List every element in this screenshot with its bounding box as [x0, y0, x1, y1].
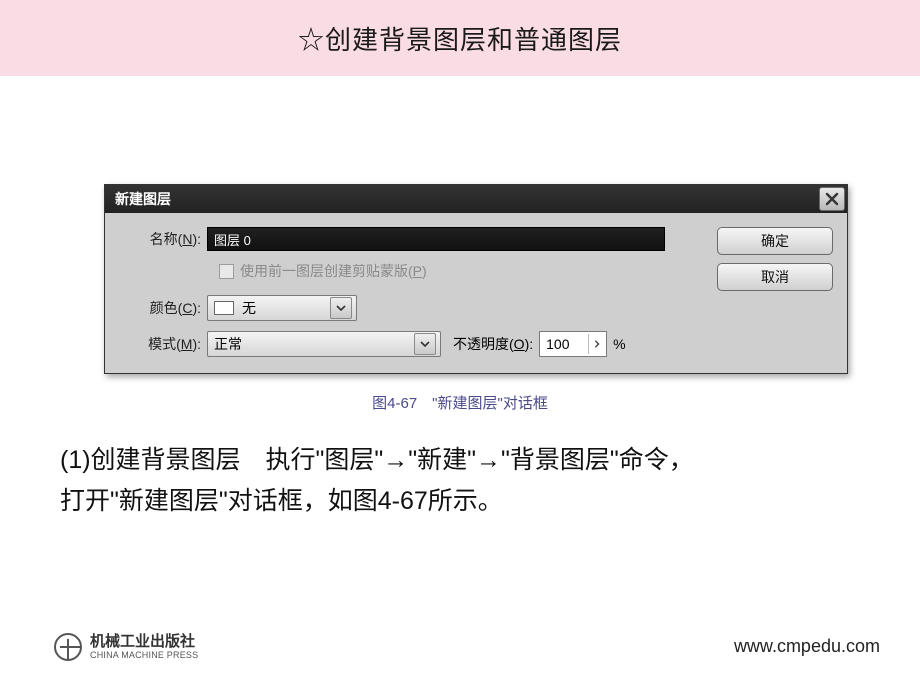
publisher-url: www.cmpedu.com — [734, 636, 880, 657]
cancel-button[interactable]: 取消 — [717, 263, 833, 291]
clipmask-checkbox[interactable] — [219, 264, 234, 279]
name-label: 名称(N): — [119, 229, 207, 249]
publisher-logo-block: 机械工业出版社 CHINA MACHINE PRESS — [54, 633, 198, 661]
color-value: 无 — [242, 298, 324, 318]
dialog-button-column: 确定 取消 — [717, 227, 833, 291]
opacity-unit: % — [613, 336, 625, 352]
mode-select[interactable]: 正常 — [207, 331, 441, 357]
color-select[interactable]: 无 — [207, 295, 357, 321]
mode-value: 正常 — [214, 334, 408, 354]
clipmask-label: 使用前一图层创建剪贴蒙版(P) — [240, 261, 427, 281]
opacity-label: 不透明度(O): — [453, 334, 533, 354]
publisher-logo-icon — [54, 633, 82, 661]
ok-button[interactable]: 确定 — [717, 227, 833, 255]
slide-title: ☆创建背景图层和普通图层 — [298, 20, 622, 57]
dialog-titlebar[interactable]: 新建图层 — [105, 185, 847, 213]
publisher-name-en: CHINA MACHINE PRESS — [90, 650, 198, 660]
body-text: (1)创建背景图层 执行"图层"→"新建"→"背景图层"命令， 打开"新建图层"… — [60, 440, 860, 523]
color-label: 颜色(C): — [119, 298, 207, 318]
body-line-2: 打开"新建图层"对话框，如图4-67所示。 — [60, 481, 860, 522]
chevron-right-icon — [588, 334, 604, 354]
opacity-input[interactable] — [546, 336, 588, 352]
opacity-field[interactable] — [539, 331, 607, 357]
color-row: 颜色(C): 无 — [119, 295, 833, 321]
mode-row: 模式(M): 正常 不透明度(O): — [119, 331, 833, 357]
mode-label: 模式(M): — [119, 334, 207, 354]
close-button[interactable] — [819, 187, 845, 211]
color-swatch — [214, 301, 234, 315]
dialog-title: 新建图层 — [115, 189, 171, 209]
new-layer-dialog: 新建图层 确定 取消 名称(N): 使用前一图层创建剪 — [104, 184, 848, 374]
chevron-down-icon — [330, 297, 352, 319]
publisher-name-cn: 机械工业出版社 — [90, 634, 198, 650]
opacity-group: 不透明度(O): % — [453, 331, 626, 357]
figure-caption: 图4-67 "新建图层"对话框 — [0, 392, 920, 413]
dialog-body: 确定 取消 名称(N): 使用前一图层创建剪贴蒙版(P) 颜色(C): — [105, 213, 847, 373]
layer-name-input[interactable] — [207, 227, 665, 251]
chevron-down-icon — [414, 333, 436, 355]
slide-header: ☆创建背景图层和普通图层 — [0, 0, 920, 76]
page: ☆创建背景图层和普通图层 新建图层 确定 取消 名称(N): — [0, 0, 920, 689]
close-icon — [825, 192, 839, 206]
body-line-1: (1)创建背景图层 执行"图层"→"新建"→"背景图层"命令， — [60, 440, 860, 481]
